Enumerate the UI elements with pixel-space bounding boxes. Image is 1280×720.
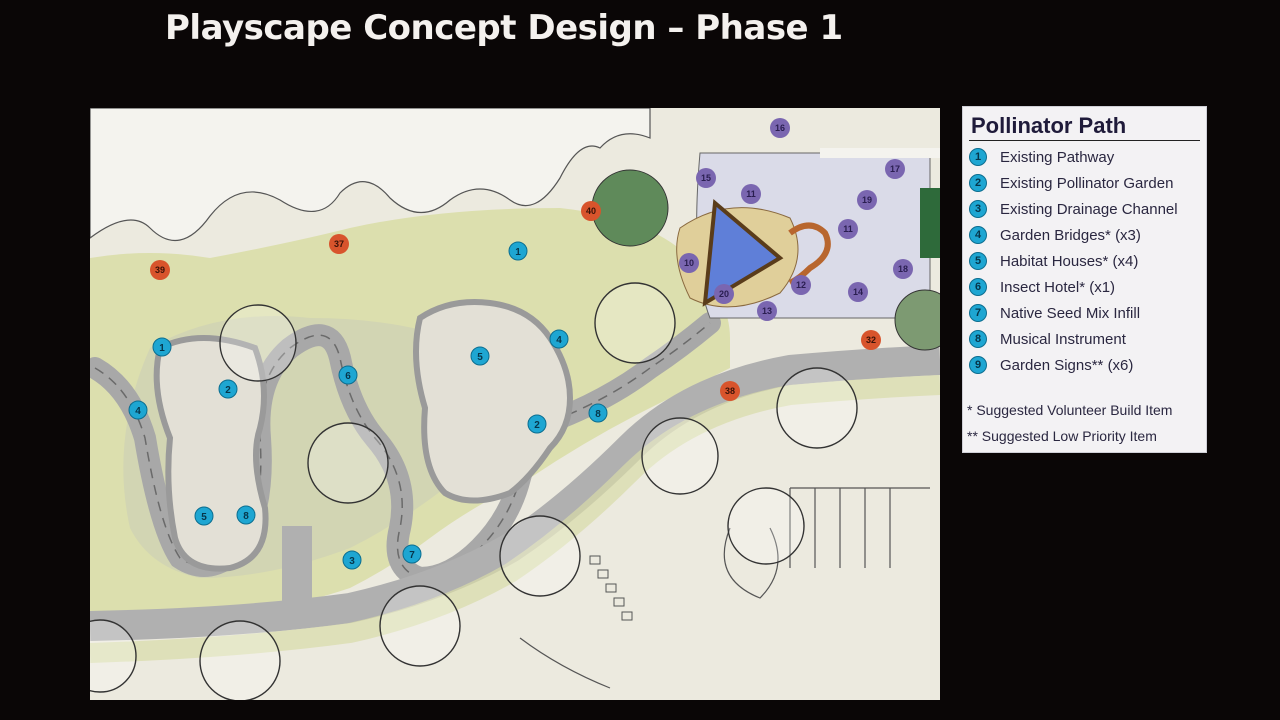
legend-item-label: Habitat Houses* (x4) [1000, 252, 1139, 270]
legend-item-label: Existing Pollinator Garden [1000, 174, 1174, 192]
svg-text:13: 13 [762, 306, 772, 316]
svg-text:2: 2 [534, 420, 540, 431]
legend-item: 8 Musical Instrument [969, 328, 1126, 350]
legend-item: 5 Habitat Houses* (x4) [969, 250, 1138, 272]
legend-item: 7 Native Seed Mix Infill [969, 302, 1140, 324]
svg-text:10: 10 [684, 258, 694, 268]
legend-item-label: Existing Pathway [1000, 148, 1115, 166]
site-plan-drawing: 1 1 2 2 3 4 4 5 5 6 7 8 8 10 11 11 12 13… [90, 108, 940, 700]
svg-text:1: 1 [159, 343, 165, 354]
legend-note-low-priority: ** Suggested Low Priority Item [967, 428, 1157, 444]
marker-icon: 5 [969, 252, 987, 270]
svg-text:7: 7 [409, 550, 415, 561]
svg-text:2: 2 [225, 385, 231, 396]
svg-text:5: 5 [477, 352, 483, 363]
legend-item-label: Garden Bridges* (x3) [1000, 226, 1141, 244]
svg-text:39: 39 [155, 265, 165, 275]
svg-text:4: 4 [135, 406, 141, 417]
marker-icon: 1 [969, 148, 987, 166]
svg-text:20: 20 [719, 289, 729, 299]
svg-text:16: 16 [775, 123, 785, 133]
legend-item: 9 Garden Signs** (x6) [969, 354, 1133, 376]
svg-text:38: 38 [725, 386, 735, 396]
legend-item-label: Garden Signs** (x6) [1000, 356, 1134, 374]
legend-item: 1 Existing Pathway [969, 146, 1114, 168]
svg-text:8: 8 [595, 409, 601, 420]
svg-text:12: 12 [796, 280, 806, 290]
marker-icon: 7 [969, 304, 987, 322]
svg-text:1: 1 [515, 247, 521, 258]
svg-text:11: 11 [746, 189, 756, 199]
svg-text:8: 8 [243, 511, 249, 522]
legend-item: 6 Insect Hotel* (x1) [969, 276, 1115, 298]
svg-text:15: 15 [701, 173, 711, 183]
legend-item-label: Native Seed Mix Infill [1000, 304, 1141, 322]
legend-item: 3 Existing Drainage Channel [969, 198, 1178, 220]
marker-icon: 3 [969, 200, 987, 218]
marker-icon: 9 [969, 356, 987, 374]
legend-title: Pollinator Path [971, 113, 1127, 138]
svg-text:40: 40 [586, 206, 596, 216]
svg-text:6: 6 [345, 371, 351, 382]
legend-item-label: Insect Hotel* (x1) [1000, 278, 1116, 296]
svg-text:18: 18 [898, 264, 908, 274]
marker-icon: 8 [969, 330, 987, 348]
svg-text:5: 5 [201, 512, 207, 523]
legend-note-volunteer: * Suggested Volunteer Build Item [967, 402, 1173, 418]
svg-text:19: 19 [862, 195, 872, 205]
legend-divider [969, 140, 1200, 141]
slide-title: Playscape Concept Design – Phase 1 [165, 8, 843, 48]
svg-text:17: 17 [890, 164, 900, 174]
svg-text:4: 4 [556, 335, 562, 346]
marker-icon: 4 [969, 226, 987, 244]
site-plan: 1 1 2 2 3 4 4 5 5 6 7 8 8 10 11 11 12 13… [90, 108, 940, 700]
legend-item: 2 Existing Pollinator Garden [969, 172, 1173, 194]
legend-item-label: Musical Instrument [1000, 330, 1126, 348]
svg-text:11: 11 [843, 224, 853, 234]
legend-panel: Pollinator Path 1 Existing Pathway 2 Exist… [962, 106, 1207, 453]
svg-text:32: 32 [866, 335, 876, 345]
legend-item: 4 Garden Bridges* (x3) [969, 224, 1141, 246]
legend-item-label: Existing Drainage Channel [1000, 200, 1178, 218]
marker-icon: 6 [969, 278, 987, 296]
svg-text:37: 37 [334, 239, 344, 249]
svg-text:14: 14 [853, 287, 863, 297]
svg-text:3: 3 [349, 556, 355, 567]
marker-icon: 2 [969, 174, 987, 192]
